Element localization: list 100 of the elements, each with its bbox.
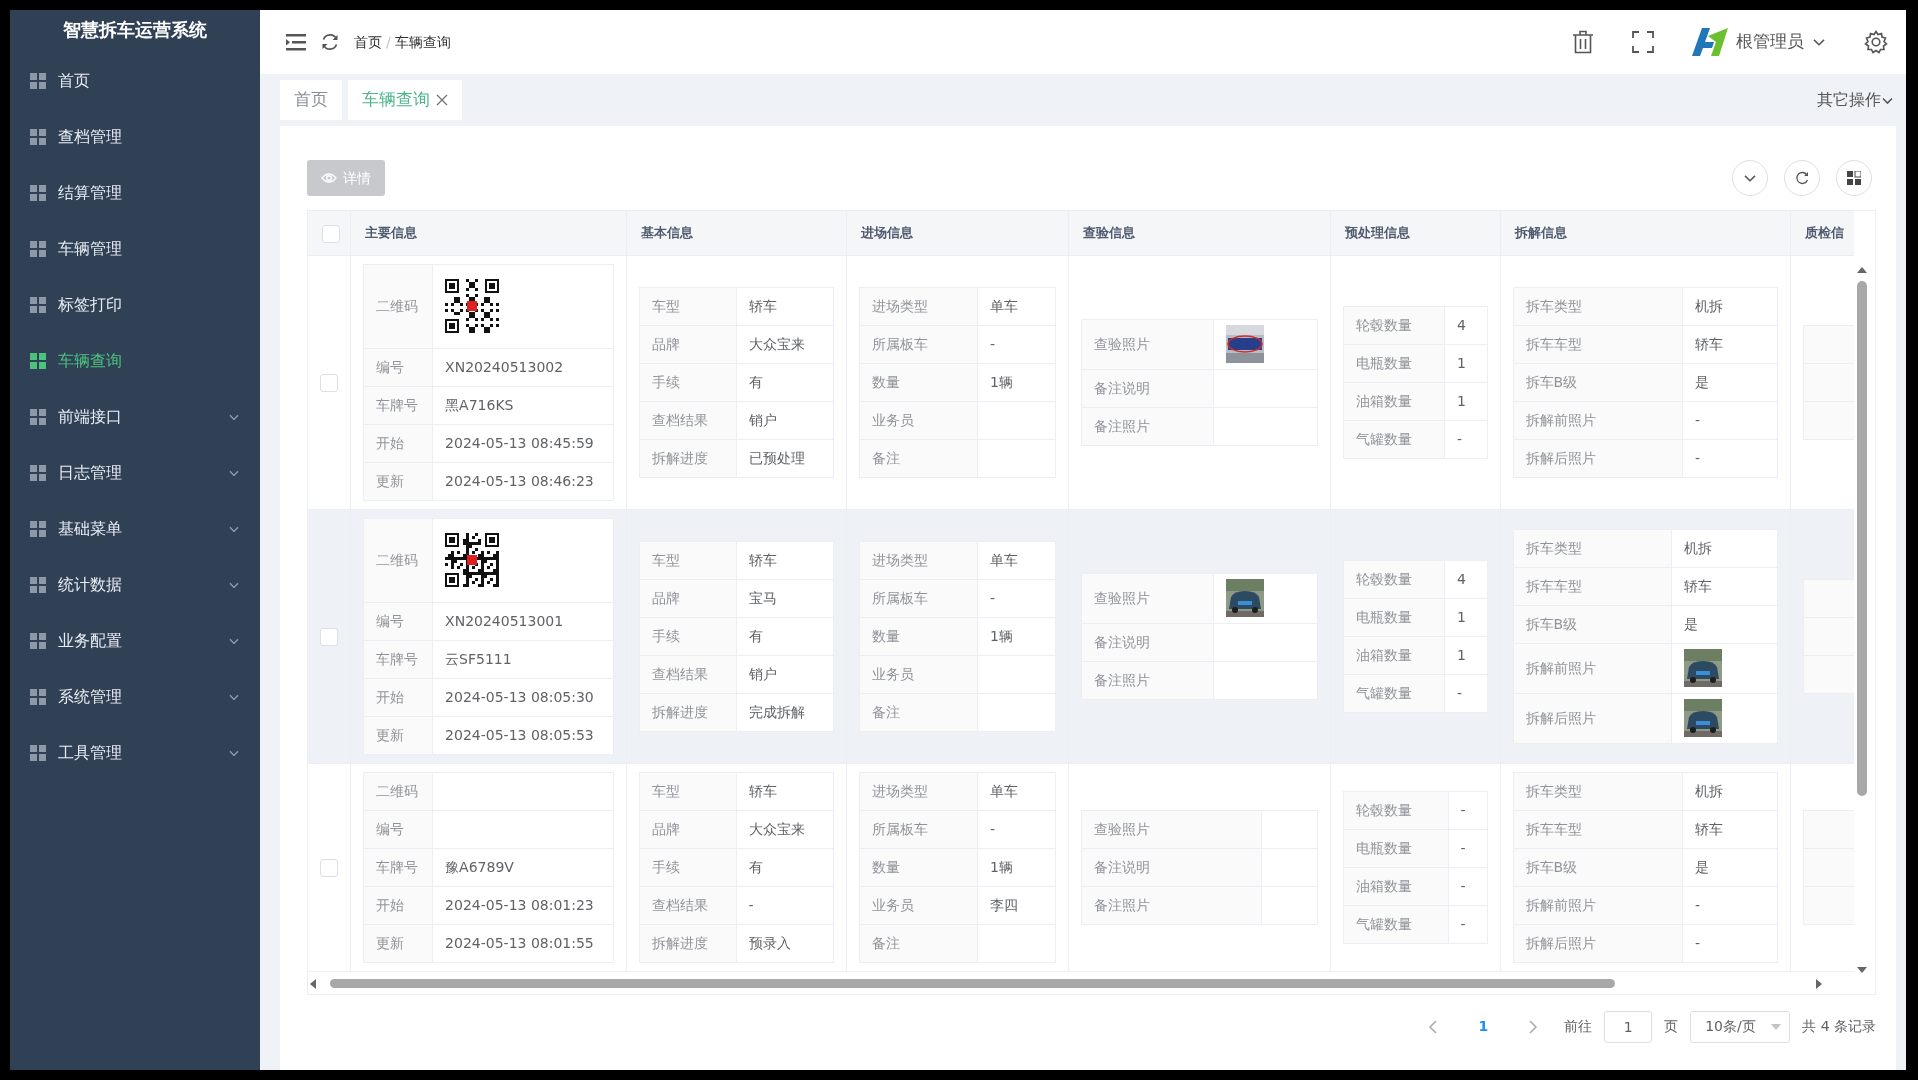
field-value: 李四 — [977, 886, 1055, 924]
field-label: 二维码 — [363, 264, 433, 348]
close-icon[interactable] — [436, 94, 448, 106]
field-label: 油箱数量 — [1343, 636, 1445, 674]
row-checkbox[interactable] — [320, 373, 338, 392]
column-header: 查验信息 — [1068, 211, 1330, 255]
field-label: 气罐数量 — [1343, 905, 1448, 943]
field-label: 拆解后照片 — [1513, 439, 1683, 477]
page-unit-label: 页 — [1664, 1017, 1679, 1036]
menu-icon — [286, 33, 306, 51]
sidebar-item[interactable]: 首页 — [10, 53, 260, 109]
sidebar-item[interactable]: 查档管理 — [10, 109, 260, 165]
field-label: 二维码 — [363, 772, 433, 810]
grid-icon — [30, 633, 46, 649]
field-value: - — [1444, 420, 1487, 458]
field-label: 备注 — [859, 693, 978, 731]
column-header: 拆解信息 — [1500, 211, 1790, 255]
chevron-left-icon — [1428, 1019, 1439, 1034]
field-label: 轮毂数量 — [1343, 560, 1445, 598]
field-value: 2024-05-13 08:05:30 — [432, 678, 613, 716]
field-value: 轿车 — [736, 287, 833, 325]
field-value: - — [1682, 924, 1777, 962]
field-value: 是 — [1682, 848, 1777, 886]
menu-button[interactable] — [286, 33, 306, 51]
field-value: 有 — [736, 617, 833, 655]
field-label: 数量 — [859, 848, 978, 886]
fullscreen-icon[interactable] — [1632, 31, 1654, 53]
field-value: 2024-05-13 08:45:59 — [432, 424, 613, 462]
sidebar-item[interactable]: 业务配置 — [10, 613, 260, 669]
grid-icon — [30, 185, 46, 201]
field-label: 拆车车型 — [1513, 567, 1672, 605]
field-value: 宝马 — [736, 579, 833, 617]
other-actions-dropdown[interactable]: 其它操作 — [1811, 87, 1900, 113]
row-checkbox[interactable] — [320, 627, 338, 646]
field-label: 备注照片 — [1081, 407, 1214, 445]
field-value: 是 — [1682, 363, 1777, 401]
qr-code-drawing — [445, 533, 500, 587]
field-label: 手续 — [639, 617, 736, 655]
sidebar-item[interactable]: 基础菜单 — [10, 501, 260, 557]
field-label: 拆车B级 — [1513, 363, 1683, 401]
app-title: 智慧拆车运营系统 — [62, 18, 208, 42]
sidebar-item[interactable]: 日志管理 — [10, 445, 260, 501]
field-label: 查验照片 — [1081, 319, 1214, 369]
page-input[interactable]: 1 — [1604, 1010, 1653, 1043]
field-label: 轮毂数量 — [1343, 791, 1448, 829]
field-label: 备注照片 — [1081, 886, 1262, 924]
sidebar-item[interactable]: 车辆管理 — [10, 221, 260, 277]
column-header: 进场信息 — [846, 211, 1068, 255]
field-label: 查档结果 — [639, 655, 736, 693]
field-value: 轿车 — [1671, 567, 1777, 605]
sidebar-item[interactable]: 统计数据 — [10, 557, 260, 613]
field-value: - — [977, 810, 1055, 848]
sidebar-item[interactable]: 车辆查询 — [10, 333, 260, 389]
field-label: 业务员 — [859, 401, 978, 439]
sidebar-item[interactable]: 前端接口 — [10, 389, 260, 445]
field-value: - — [977, 579, 1055, 617]
collapse-button[interactable] — [1732, 160, 1768, 196]
field-label: 备注 — [859, 924, 978, 962]
field-label: 备注照片 — [1081, 661, 1214, 699]
field-value: - — [1448, 829, 1487, 867]
field-label: 查档结果 — [639, 401, 736, 439]
field-label: 拆车类型 — [1513, 772, 1683, 810]
field-value: 大众宝来 — [736, 325, 833, 363]
field-label: 二维码 — [363, 518, 433, 602]
field-label: 进场类型 — [859, 541, 978, 579]
field-value: 豫A6789V — [432, 848, 613, 886]
field-value: 4 — [1444, 306, 1487, 344]
field-value: 黑A716KS — [432, 386, 613, 424]
field-label: 油箱数量 — [1343, 867, 1448, 905]
field-label: 车牌号 — [363, 386, 433, 424]
field-label: 进场类型 — [859, 772, 978, 810]
sidebar-item[interactable]: 结算管理 — [10, 165, 260, 221]
user-menu[interactable]: 根管理员 — [1692, 28, 1826, 56]
field-value: 2024-05-13 08:05:53 — [432, 716, 613, 754]
field-label: 所属板车 — [859, 810, 978, 848]
settings-icon[interactable] — [1864, 30, 1888, 54]
field-label: 手续 — [639, 363, 736, 401]
sidebar-item[interactable]: 系统管理 — [10, 669, 260, 725]
field-label: 拆解前照片 — [1513, 643, 1672, 693]
columns-button[interactable] — [1836, 160, 1872, 196]
row-checkbox[interactable] — [320, 858, 338, 877]
refresh-button[interactable] — [1784, 160, 1820, 196]
total-count: 共 4 条记录 — [1802, 1017, 1876, 1036]
field-label: 车型 — [639, 287, 736, 325]
field-label: 气罐数量 — [1343, 674, 1445, 712]
page-size-select[interactable]: 10条/页 — [1690, 1010, 1791, 1043]
field-value: 1辆 — [977, 617, 1055, 655]
field-value: 2024-05-13 08:01:23 — [432, 886, 613, 924]
trash-icon[interactable] — [1572, 30, 1594, 54]
select-all-checkbox[interactable] — [322, 224, 340, 243]
field-label: 电瓶数量 — [1343, 598, 1445, 636]
refresh-button[interactable] — [320, 32, 340, 52]
breadcrumb-item[interactable]: 首页 — [354, 31, 382, 53]
grid-icon — [1847, 171, 1861, 185]
grid-icon — [30, 353, 46, 369]
refresh-icon — [320, 32, 340, 52]
field-value: 1 — [1444, 344, 1487, 382]
sidebar-item[interactable]: 标签打印 — [10, 277, 260, 333]
field-label: 车型 — [639, 772, 736, 810]
sidebar-item[interactable]: 工具管理 — [10, 725, 260, 781]
